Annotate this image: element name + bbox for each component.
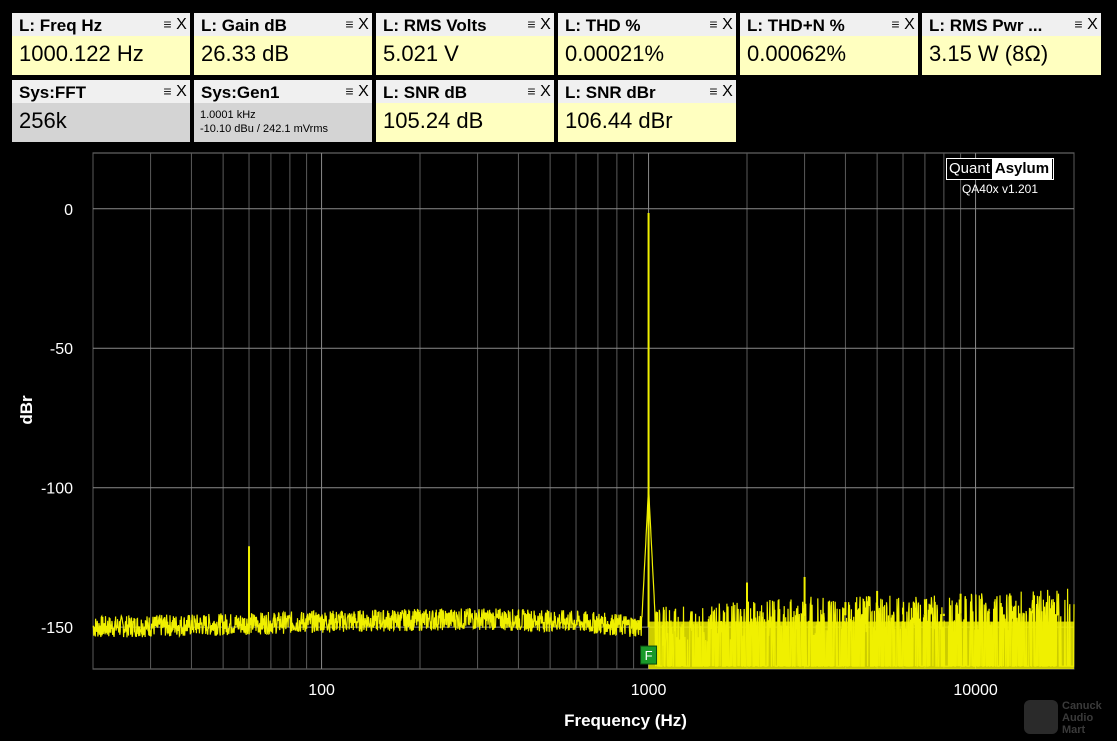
fundamental-marker[interactable]: F <box>640 645 658 665</box>
quantasylum-logo: Quant Asylum QA40x v1.201 <box>946 158 1054 196</box>
watermark-icon <box>1024 700 1058 734</box>
y-tick-label: -100 <box>41 481 73 498</box>
x-tick-label: 1000 <box>631 682 667 699</box>
x-axis-label: Frequency (Hz) <box>564 711 687 730</box>
watermark-line-2: Audio <box>1062 712 1094 724</box>
version-label: QA40x v1.201 <box>961 182 1039 196</box>
y-tick-label: 0 <box>64 202 73 219</box>
watermark-line-1: Canuck <box>1062 700 1102 712</box>
y-tick-labels: 0 -50 -100 -150 <box>41 202 73 637</box>
watermark-line-3: Mart <box>1062 724 1086 736</box>
x-tick-label: 100 <box>308 682 335 699</box>
y-tick-label: -50 <box>50 341 73 358</box>
spectrum-chart[interactable]: 0 -50 -100 -150 100 1000 10000 F Frequency (H… <box>0 0 1117 741</box>
x-tick-labels: 100 1000 10000 <box>308 682 998 699</box>
x-tick-label: 10000 <box>953 682 998 699</box>
noise-band <box>648 621 1074 669</box>
plot-area[interactable] <box>92 152 1075 670</box>
watermark: Canuck Audio Mart <box>1062 700 1102 736</box>
logo-quant-text: Quant <box>947 159 992 179</box>
marker-label: F <box>645 648 653 663</box>
logo-asylum-text: Asylum <box>991 159 1053 179</box>
y-tick-label: -150 <box>41 620 73 637</box>
y-axis-label: dBr <box>17 395 36 425</box>
